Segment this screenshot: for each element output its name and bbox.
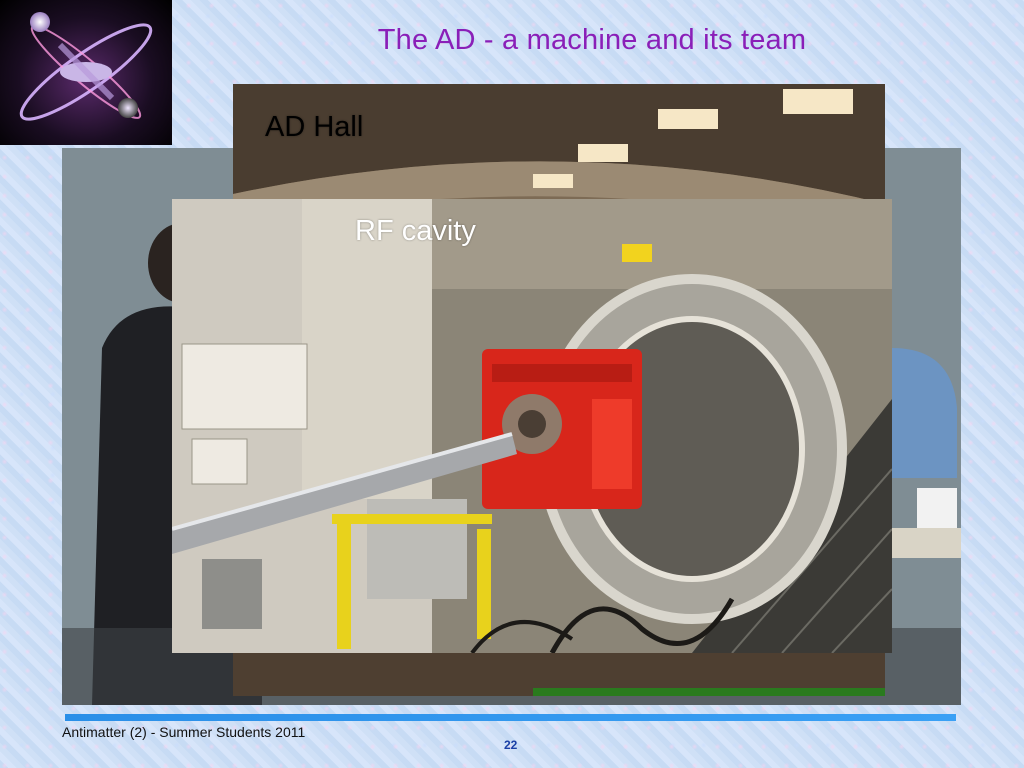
rf-cavity-photo: RF cavity [172,199,892,653]
antimatter-logo [0,0,172,145]
footer-text: Antimatter (2) - Summer Students 2011 [62,724,306,740]
page-number: 22 [504,738,518,752]
ad-hall-label: AD Hall [265,111,364,143]
rf-cavity-label: RF cavity [355,215,476,247]
slide-title: The AD - a machine and its team [377,24,807,56]
atom-logo-icon [19,12,153,121]
slide: The AD - a machine and its team AD Hall … [0,0,1024,768]
footer-divider [65,714,956,721]
